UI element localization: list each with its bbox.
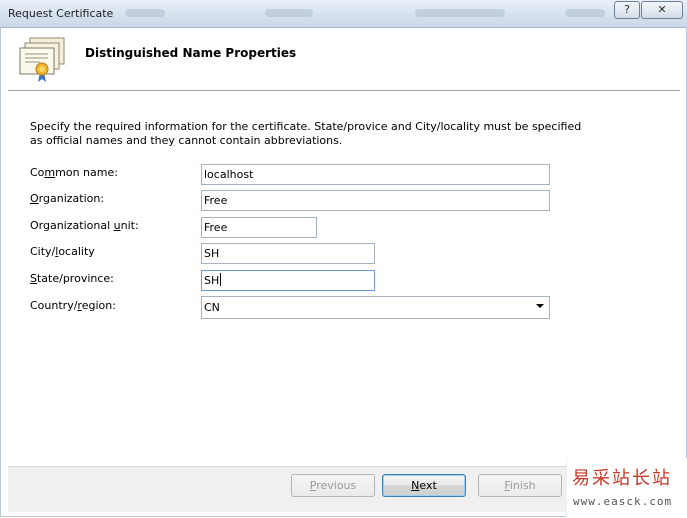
- org-unit-field[interactable]: Free: [201, 217, 317, 238]
- dropdown-button[interactable]: [532, 297, 549, 316]
- window-title: Request Certificate: [8, 7, 114, 20]
- watermark: 易采站长站 www.easck.com: [566, 458, 687, 518]
- finish-button[interactable]: Finish: [478, 474, 562, 497]
- title-bar-blur: [125, 9, 165, 17]
- title-bar-blur: [565, 9, 605, 17]
- title-bar[interactable]: Request Certificate ? ✕: [0, 0, 687, 28]
- watermark-url: www.easck.com: [573, 495, 673, 508]
- city-field[interactable]: SH: [201, 243, 375, 264]
- state-field[interactable]: SH: [201, 270, 375, 291]
- page-title: Distinguished Name Properties: [85, 46, 297, 60]
- country-select[interactable]: CN: [201, 296, 550, 319]
- text-caret: [220, 273, 222, 286]
- wizard-header: Distinguished Name Properties: [8, 28, 680, 91]
- organization-label: Organization:: [30, 192, 105, 205]
- common-name-label: Common name:: [30, 166, 118, 179]
- state-label: State/province:: [30, 272, 114, 285]
- close-button[interactable]: ✕: [641, 1, 683, 19]
- state-value: SH: [204, 274, 220, 287]
- next-button[interactable]: Next: [382, 474, 466, 497]
- country-value: CN: [204, 301, 220, 314]
- common-name-field[interactable]: localhost: [201, 164, 550, 185]
- org-unit-label: Organizational unit:: [30, 219, 139, 232]
- title-bar-blur: [265, 9, 313, 17]
- chevron-down-icon: [536, 304, 544, 308]
- instructions-text: Specify the required information for the…: [30, 120, 582, 147]
- help-button[interactable]: ?: [614, 1, 640, 19]
- certificate-icon: [19, 37, 65, 82]
- country-label: Country/region:: [30, 299, 116, 312]
- organization-field[interactable]: Free: [201, 190, 550, 211]
- previous-button[interactable]: Previous: [291, 474, 375, 497]
- title-bar-blur: [415, 9, 505, 17]
- watermark-chinese: 易采站长站: [572, 468, 672, 489]
- city-label: City/locality: [30, 245, 95, 258]
